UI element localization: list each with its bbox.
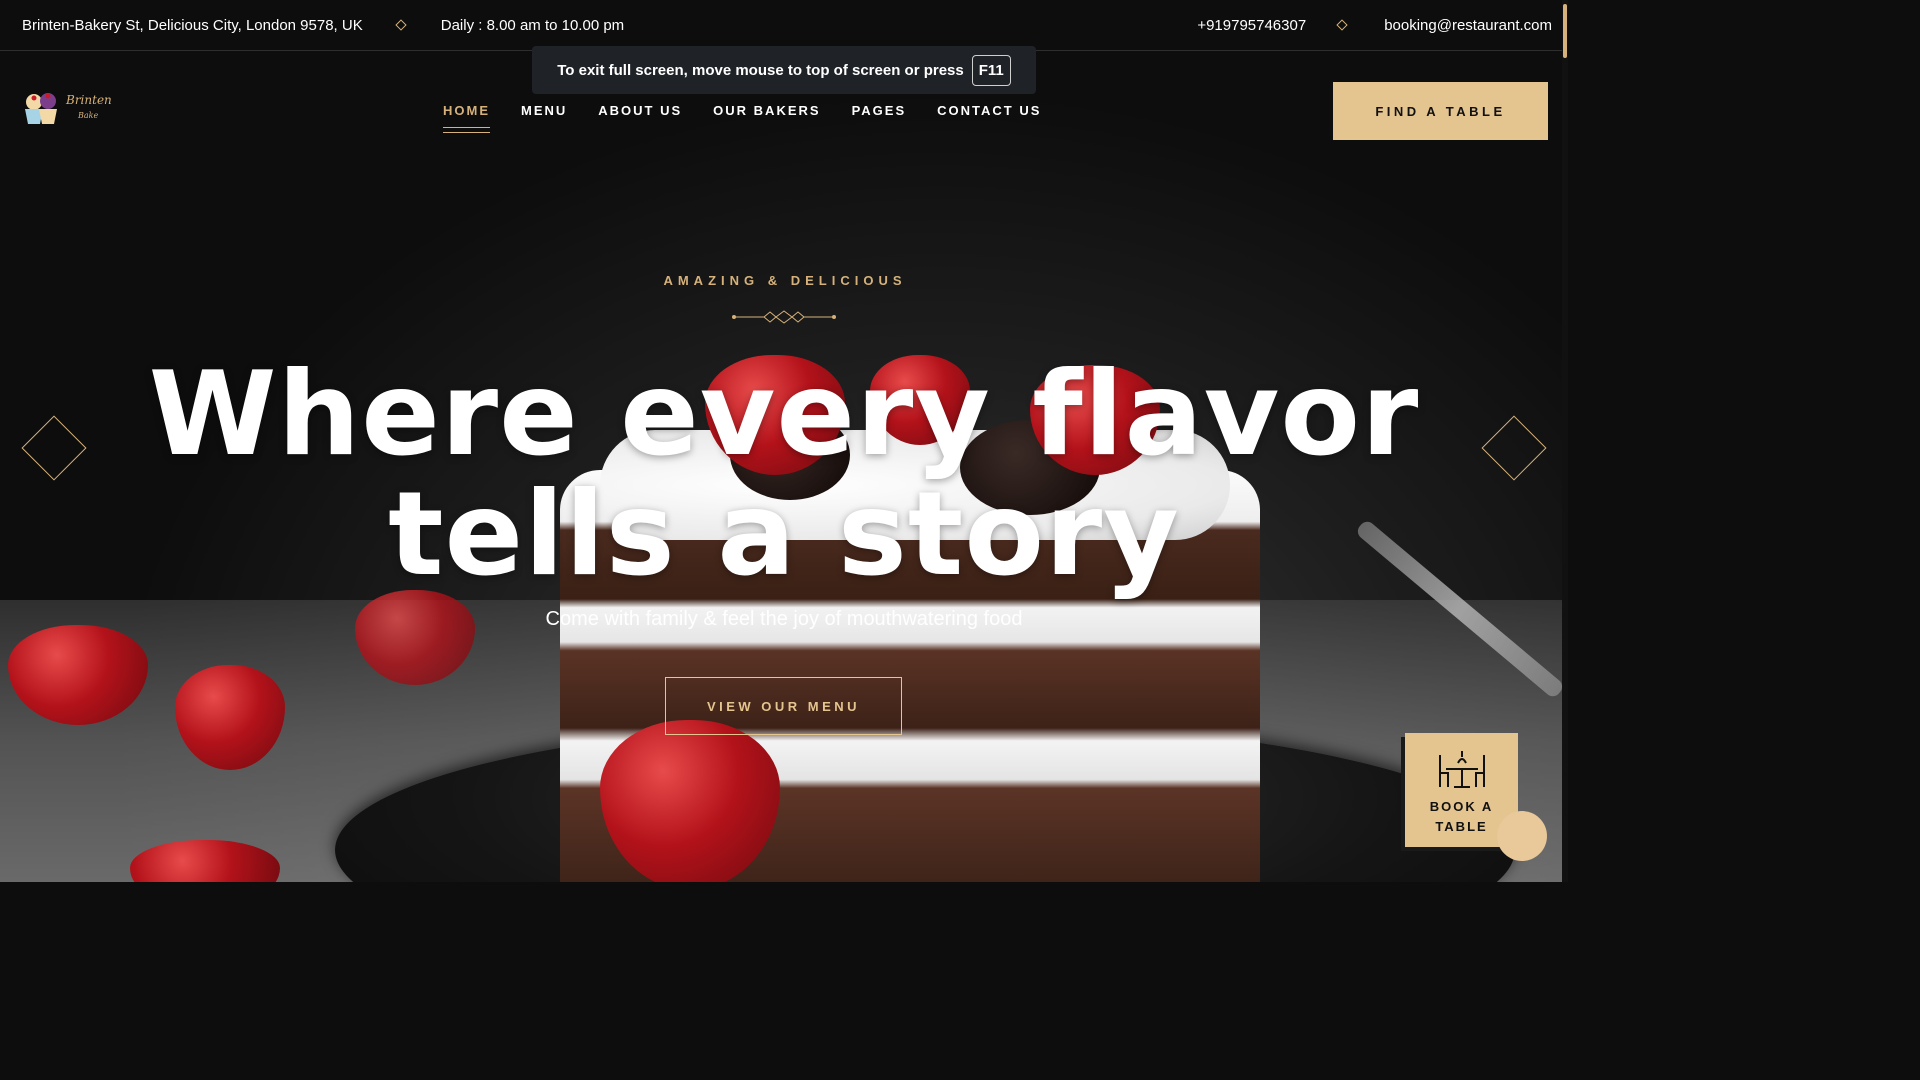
main-nav: HOME MENU ABOUT US OUR BAKERS PAGES CONT… (443, 103, 1041, 133)
find-a-table-button[interactable]: FIND A TABLE (1333, 82, 1548, 140)
diamond-separator-icon (1336, 19, 1348, 31)
nav-menu[interactable]: MENU (521, 103, 567, 118)
email-link[interactable]: booking@restaurant.com (1384, 17, 1552, 34)
table-dining-icon (1438, 751, 1485, 788)
fullscreen-notice: To exit full screen, move mouse to top o… (532, 46, 1036, 94)
logo-text: Brinten Bake (66, 93, 112, 123)
cupcake-logo-icon (25, 93, 57, 124)
logo-name: Brinten (66, 93, 112, 107)
hero-headline-line-2: tells a story (388, 467, 1180, 602)
strawberry (600, 720, 780, 882)
nav-our-bakers[interactable]: OUR BAKERS (713, 103, 820, 118)
hero-subtitle: Come with family & feel the joy of mouth… (545, 608, 1023, 630)
ornament-divider-icon (732, 310, 836, 324)
nav-about-us[interactable]: ABOUT US (598, 103, 682, 118)
hero-headline: Where every flavor tells a story (0, 355, 1568, 595)
page-scrollbar[interactable] (1562, 0, 1568, 882)
fullscreen-notice-text: To exit full screen, move mouse to top o… (557, 61, 964, 79)
nav-pages[interactable]: PAGES (852, 103, 907, 118)
phone-link[interactable]: +919795746307 (1197, 17, 1306, 34)
scroll-to-top-button[interactable] (1497, 811, 1547, 861)
site-logo[interactable]: Brinten Bake (22, 86, 114, 130)
book-widget-line-1: BOOK A (1429, 799, 1494, 814)
nav-home[interactable]: HOME (443, 103, 490, 133)
scrollbar-thumb[interactable] (1563, 4, 1567, 58)
nav-contact-us[interactable]: CONTACT US (937, 103, 1041, 118)
hero-headline-line-1: Where every flavor (148, 347, 1420, 482)
logo-sub: Bake (78, 111, 99, 120)
f11-key-badge: F11 (971, 54, 1011, 86)
hero-eyebrow: AMAZING & DELICIOUS (663, 273, 907, 288)
diamond-separator-icon (395, 19, 407, 31)
address-text: Brinten-Bakery St, Delicious City, Londo… (22, 16, 363, 34)
hours-text: Daily : 8.00 am to 10.00 pm (440, 16, 625, 34)
top-info-bar: Brinten-Bakery St, Delicious City, Londo… (0, 0, 1568, 51)
view-our-menu-button[interactable]: VIEW OUR MENU (665, 677, 902, 735)
